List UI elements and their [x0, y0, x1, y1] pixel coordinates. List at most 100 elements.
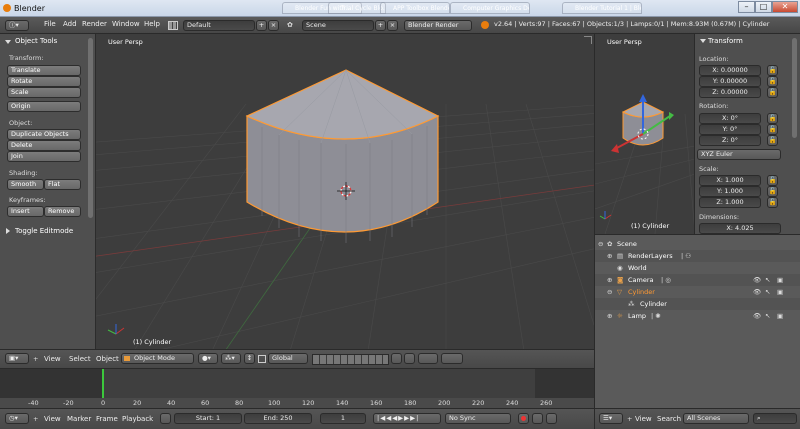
record-button[interactable]: ●: [518, 413, 529, 424]
end-frame-field[interactable]: End: 250: [244, 413, 312, 424]
join-button[interactable]: Join: [7, 151, 81, 162]
playback-controls[interactable]: |◀◀◀▶▶▶|: [373, 413, 441, 424]
render-preview-button[interactable]: [441, 353, 463, 364]
pivot-point-dropdown[interactable]: ⁂▾: [221, 353, 241, 364]
menu-marker[interactable]: Marker: [67, 415, 91, 423]
menu-help[interactable]: Help: [144, 20, 160, 28]
flat-button[interactable]: Flat: [44, 179, 81, 190]
maximize-button[interactable]: □: [755, 1, 772, 13]
remove-keyframe-button[interactable]: Remove: [44, 206, 81, 217]
close-button[interactable]: ✕: [772, 1, 798, 13]
timeline-frame-cursor[interactable]: [102, 369, 104, 398]
rotation-x-field[interactable]: X: 0°: [699, 113, 761, 124]
outliner-search-field[interactable]: ⌕: [753, 413, 797, 424]
lock-scale-z[interactable]: 🔓: [767, 197, 778, 208]
viewport-shading-dropdown[interactable]: ●▾: [198, 353, 218, 364]
outliner-row-cylinder-mesh[interactable]: ⁂ Cylinder: [595, 298, 800, 310]
insert-keyframe-icon-button[interactable]: [546, 413, 557, 424]
scale-x-field[interactable]: X: 1.000: [699, 175, 761, 186]
menu-select[interactable]: Select: [69, 355, 91, 363]
expand-icon[interactable]: ⊕: [607, 274, 612, 286]
header-plus-icon[interactable]: +: [33, 355, 38, 363]
visibility-eye-icon[interactable]: 👁: [753, 286, 761, 298]
add-layout-button[interactable]: +: [256, 20, 267, 31]
lock-location-z[interactable]: 🔓: [767, 87, 778, 98]
scale-y-field[interactable]: Y: 1.000: [699, 186, 761, 197]
menu-render[interactable]: Render: [82, 20, 107, 28]
outliner-row-world[interactable]: ◉ World: [595, 262, 800, 274]
remove-layout-button[interactable]: ×: [268, 20, 279, 31]
sync-dropdown[interactable]: No Sync: [445, 413, 511, 424]
origin-button[interactable]: Origin: [7, 101, 81, 112]
lock-location-y[interactable]: 🔓: [767, 76, 778, 87]
outliner-row-cylinder[interactable]: ⊖ ▽ Cylinder 👁 ↖ ▣: [595, 286, 800, 298]
visibility-eye-icon[interactable]: 👁: [753, 310, 761, 322]
expand-icon[interactable]: ⊕: [607, 250, 612, 262]
panel-collapse-icon[interactable]: [700, 39, 706, 43]
expand-icon[interactable]: ⊕: [607, 310, 612, 322]
screen-layout-field[interactable]: Default: [183, 20, 255, 31]
keying-set-button[interactable]: [532, 413, 543, 424]
menu-file[interactable]: File: [44, 20, 56, 28]
insert-keyframe-button[interactable]: Insert: [7, 206, 44, 217]
expand-icon[interactable]: ⊖: [607, 286, 612, 298]
header-plus-icon[interactable]: +: [33, 415, 38, 423]
split-area-icon[interactable]: [584, 36, 592, 44]
add-scene-button[interactable]: +: [375, 20, 386, 31]
renderable-camera-icon[interactable]: ▣: [777, 274, 783, 286]
toggle-editmode-title[interactable]: Toggle Editmode: [15, 227, 73, 235]
properties-scrollbar[interactable]: [792, 38, 797, 138]
location-y-field[interactable]: Y: 0.00000: [699, 76, 761, 87]
editor-type-outliner-button[interactable]: ☰▾: [599, 413, 623, 424]
camera-view[interactable]: User Persp (1) Cylinder: [594, 34, 694, 234]
manipulator-toggle[interactable]: ↕: [244, 353, 255, 364]
remove-scene-button[interactable]: ×: [387, 20, 398, 31]
snap-element-dropdown[interactable]: [418, 353, 438, 364]
lock-rotation-y[interactable]: 🔓: [767, 124, 778, 135]
timeline-area[interactable]: -40 -20 0 20 40 60 80 100 120 140 160 18…: [0, 368, 594, 409]
transform-title[interactable]: Transform: [708, 37, 743, 45]
rotation-mode-dropdown[interactable]: XYZ Euler: [697, 149, 781, 160]
menu-object[interactable]: Object: [96, 355, 119, 363]
rotation-y-field[interactable]: Y: 0°: [699, 124, 761, 135]
browser-tab-4[interactable]: Computer Graphics Dev...: [450, 2, 530, 14]
render-engine-dropdown[interactable]: Blender Render: [404, 20, 472, 31]
menu-search[interactable]: Search: [657, 415, 681, 423]
duplicate-objects-button[interactable]: Duplicate Objects: [7, 129, 81, 140]
panel-expand-icon[interactable]: [6, 228, 10, 234]
menu-view[interactable]: View: [44, 415, 61, 423]
translate-button[interactable]: Translate: [7, 65, 81, 76]
renderable-camera-icon[interactable]: ▣: [777, 310, 783, 322]
mode-dropdown[interactable]: Object Mode: [121, 353, 194, 364]
outliner-row-lamp[interactable]: ⊕ ☼ Lamp | ✺ 👁 ↖ ▣: [595, 310, 800, 322]
lock-rotation-z[interactable]: 🔓: [767, 135, 778, 146]
selectable-arrow-icon[interactable]: ↖: [765, 310, 770, 322]
layer-buttons[interactable]: [312, 354, 389, 365]
lock-location-x[interactable]: 🔓: [767, 65, 778, 76]
menu-view[interactable]: View: [44, 355, 61, 363]
start-frame-field[interactable]: Start: 1: [174, 413, 242, 424]
snap-button[interactable]: [404, 353, 415, 364]
browser-tab-2[interactable]: Trial Cycle Blo...: [328, 2, 386, 14]
object-tools-title[interactable]: Object Tools: [15, 37, 57, 45]
outliner-row-renderlayers[interactable]: ⊕ ▤ RenderLayers | ⚇: [595, 250, 800, 262]
smooth-button[interactable]: Smooth: [7, 179, 44, 190]
editor-type-timeline-button[interactable]: ◷▾: [5, 413, 29, 424]
current-frame-field[interactable]: 1: [320, 413, 366, 424]
menu-add[interactable]: Add: [63, 20, 77, 28]
dimension-x-field[interactable]: X: 4.025: [699, 223, 781, 234]
3d-viewport[interactable]: User Persp (1) Cylinder: [96, 34, 594, 349]
outliner-row-scene[interactable]: ⊖ ✿ Scene: [595, 238, 800, 250]
delete-button[interactable]: Delete: [7, 140, 81, 151]
menu-window[interactable]: Window: [112, 20, 140, 28]
scene-field[interactable]: Scene: [302, 20, 374, 31]
location-z-field[interactable]: Z: 0.00000: [699, 87, 761, 98]
display-mode-dropdown[interactable]: All Scenes: [683, 413, 749, 424]
minimize-button[interactable]: –: [738, 1, 755, 13]
lock-scale-x[interactable]: 🔓: [767, 175, 778, 186]
panel-collapse-icon[interactable]: [5, 40, 11, 44]
menu-frame[interactable]: Frame: [96, 415, 118, 423]
transform-orientation-dropdown[interactable]: Global: [268, 353, 308, 364]
tool-shelf-scrollbar[interactable]: [88, 38, 93, 218]
preview-range-toggle[interactable]: [160, 413, 171, 424]
